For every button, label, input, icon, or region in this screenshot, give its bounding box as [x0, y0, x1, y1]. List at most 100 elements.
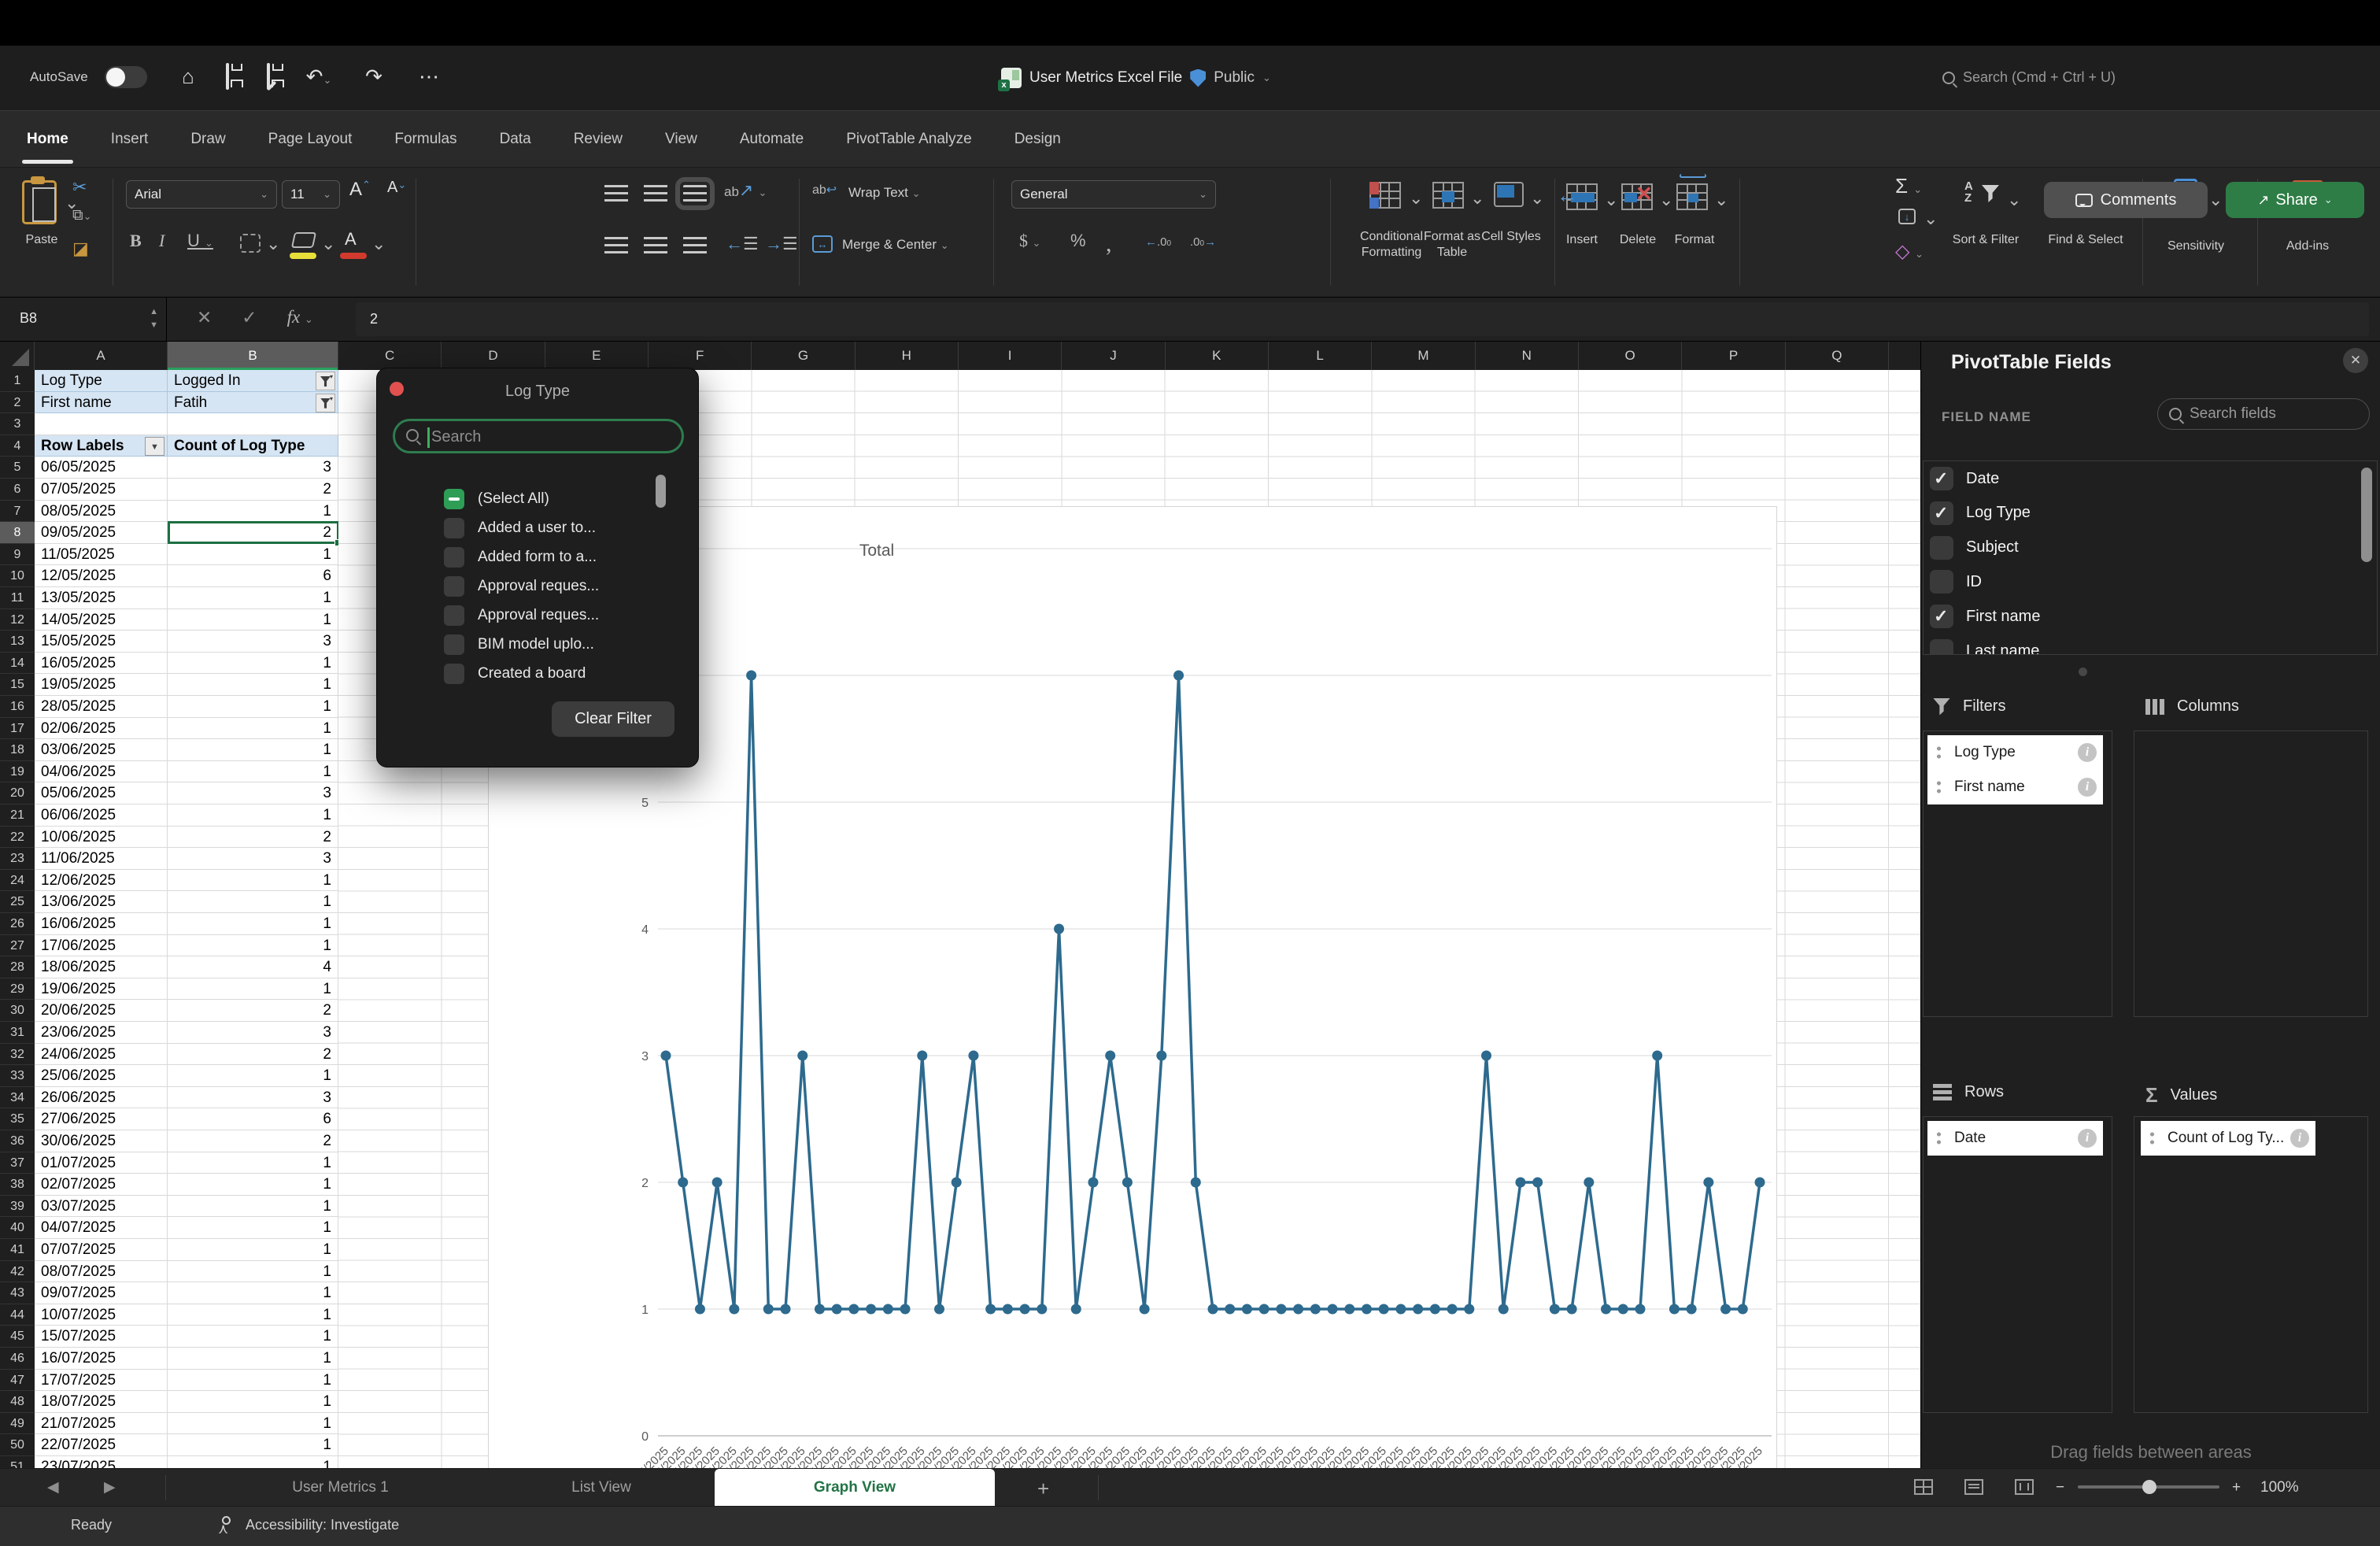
cell[interactable]: 22/07/2025 [35, 1434, 168, 1456]
row-header-12[interactable]: 12 [0, 609, 35, 631]
ribbon-tab-view[interactable]: View [662, 131, 700, 148]
cell[interactable]: 1 [168, 870, 338, 892]
cell[interactable]: 1 [168, 739, 338, 761]
prev-sheet-icon[interactable]: ◀ [47, 1478, 59, 1496]
cell[interactable]: 03/06/2025 [35, 739, 168, 761]
fill-color-icon[interactable] [291, 232, 316, 248]
field-chip-first-name[interactable]: First namei [1927, 770, 2103, 804]
format-as-table-button[interactable]: Format as Table [1417, 229, 1488, 261]
zoom-in-icon[interactable]: + [2232, 1479, 2241, 1496]
cell[interactable]: 02/06/2025 [35, 718, 168, 740]
row-header-51[interactable]: 51 [0, 1456, 35, 1468]
row-labels-dropdown-icon[interactable]: ▼ [145, 437, 164, 456]
ribbon-tab-home[interactable]: Home [24, 131, 72, 148]
info-icon[interactable]: i [2078, 1129, 2097, 1148]
cell[interactable]: 12/05/2025 [35, 565, 168, 587]
cell[interactable]: 1 [168, 544, 338, 566]
delete-chevron-icon[interactable]: ⌄ [1659, 190, 1673, 210]
currency-icon[interactable]: $ ⌄ [1019, 231, 1040, 251]
cell[interactable]: 10/07/2025 [35, 1304, 168, 1326]
row-header-44[interactable]: 44 [0, 1304, 35, 1326]
info-icon[interactable]: i [2078, 743, 2097, 762]
cell[interactable]: 05/06/2025 [35, 782, 168, 804]
accessibility-status[interactable]: Accessibility: Investigate [246, 1517, 399, 1533]
filter-option-created-a-board[interactable]: Created a board [444, 662, 586, 686]
field-chip-count-of-log-ty-[interactable]: Count of Log Ty...i [2141, 1121, 2315, 1156]
cell[interactable]: 17/06/2025 [35, 935, 168, 957]
cell[interactable]: 2 [168, 1130, 338, 1152]
row-header-49[interactable]: 49 [0, 1413, 35, 1435]
align-right-icon[interactable] [683, 237, 707, 254]
row-header-8[interactable]: 8 [0, 522, 35, 544]
cell[interactable]: 21/07/2025 [35, 1413, 168, 1435]
borders-icon[interactable] [240, 234, 261, 253]
cell[interactable]: 28/05/2025 [35, 696, 168, 718]
cancel-icon[interactable]: ✕ [197, 307, 212, 328]
cell[interactable]: 16/05/2025 [35, 653, 168, 675]
cell[interactable]: 09/07/2025 [35, 1282, 168, 1304]
fill-down-icon[interactable]: ↓ [1898, 209, 1916, 224]
cell[interactable]: 27/06/2025 [35, 1108, 168, 1130]
fill-chevron-icon[interactable]: ⌄ [1924, 209, 1938, 229]
cell[interactable]: 01/07/2025 [35, 1152, 168, 1174]
name-box[interactable]: B8 ▲▼ [0, 298, 167, 341]
fill-color-chevron-icon[interactable]: ⌄ [321, 234, 335, 254]
cell[interactable]: 1 [168, 761, 338, 783]
cell[interactable]: 04/06/2025 [35, 761, 168, 783]
row-header-21[interactable]: 21 [0, 804, 35, 827]
font-size-combo[interactable]: 11⌄ [282, 180, 340, 209]
filter-option-approval-reques-[interactable]: Approval reques... [444, 604, 599, 627]
cell[interactable]: 1 [168, 1065, 338, 1087]
field-log-type[interactable]: Log Type [1930, 501, 2031, 525]
checkbox-icon[interactable] [444, 547, 464, 568]
sensitivity-button[interactable]: Sensitivity [2156, 239, 2235, 254]
cell[interactable]: Fatih▾ [168, 392, 338, 414]
cell[interactable]: 1 [168, 1391, 338, 1413]
checkbox-icon[interactable] [444, 634, 464, 655]
cell[interactable]: 1 [168, 587, 338, 609]
cell[interactable]: 19/06/2025 [35, 978, 168, 1000]
cell[interactable]: 1 [168, 1434, 338, 1456]
save-icon[interactable] [214, 63, 241, 90]
cell[interactable]: 16/06/2025 [35, 913, 168, 935]
report-filter-icon[interactable]: ▾ [316, 372, 335, 390]
cell[interactable]: 1 [168, 653, 338, 675]
insert-function-icon[interactable]: fx ⌄ [287, 307, 313, 328]
page-break-view-icon[interactable] [2015, 1479, 2034, 1495]
ribbon-tab-design[interactable]: Design [1011, 131, 1064, 148]
cell[interactable]: 11/05/2025 [35, 544, 168, 566]
row-header-47[interactable]: 47 [0, 1370, 35, 1392]
panel-resize-dot[interactable] [2079, 668, 2087, 676]
cell[interactable]: 2 [168, 1044, 338, 1066]
cell[interactable]: 1 [168, 978, 338, 1000]
ribbon-tab-review[interactable]: Review [571, 131, 626, 148]
cell[interactable]: 1 [168, 501, 338, 523]
cell[interactable]: 1 [168, 1326, 338, 1348]
row-header-18[interactable]: 18 [0, 739, 35, 761]
format-painter-icon[interactable]: ◪ [72, 239, 89, 259]
cell[interactable]: 3 [168, 782, 338, 804]
cell[interactable]: 2 [168, 1000, 338, 1022]
column-header-H[interactable]: H [856, 342, 959, 370]
addins-button[interactable]: Add-ins [2276, 239, 2339, 254]
increase-indent-icon[interactable]: →☰ [765, 234, 798, 254]
cell[interactable]: 15/07/2025 [35, 1326, 168, 1348]
checkbox-icon[interactable] [1930, 605, 1953, 628]
cell[interactable] [35, 413, 168, 435]
row-header-50[interactable]: 50 [0, 1434, 35, 1456]
checkbox-icon[interactable] [1930, 639, 1953, 655]
row-header-2[interactable]: 2 [0, 392, 35, 414]
column-header-O[interactable]: O [1579, 342, 1682, 370]
row-header-10[interactable]: 10 [0, 565, 35, 587]
home-icon[interactable]: ⌂ [175, 63, 201, 90]
save-as-icon[interactable] [255, 63, 282, 90]
row-header-31[interactable]: 31 [0, 1022, 35, 1044]
column-header-L[interactable]: L [1269, 342, 1372, 370]
cell[interactable]: 30/06/2025 [35, 1130, 168, 1152]
cell[interactable]: 1 [168, 1239, 338, 1261]
cell[interactable]: 1 [168, 609, 338, 631]
column-header-G[interactable]: G [752, 342, 855, 370]
font-color-icon[interactable]: A [345, 229, 357, 250]
cell[interactable]: 3 [168, 457, 338, 479]
filter-option-bim-model-uplo-[interactable]: BIM model uplo... [444, 633, 594, 656]
